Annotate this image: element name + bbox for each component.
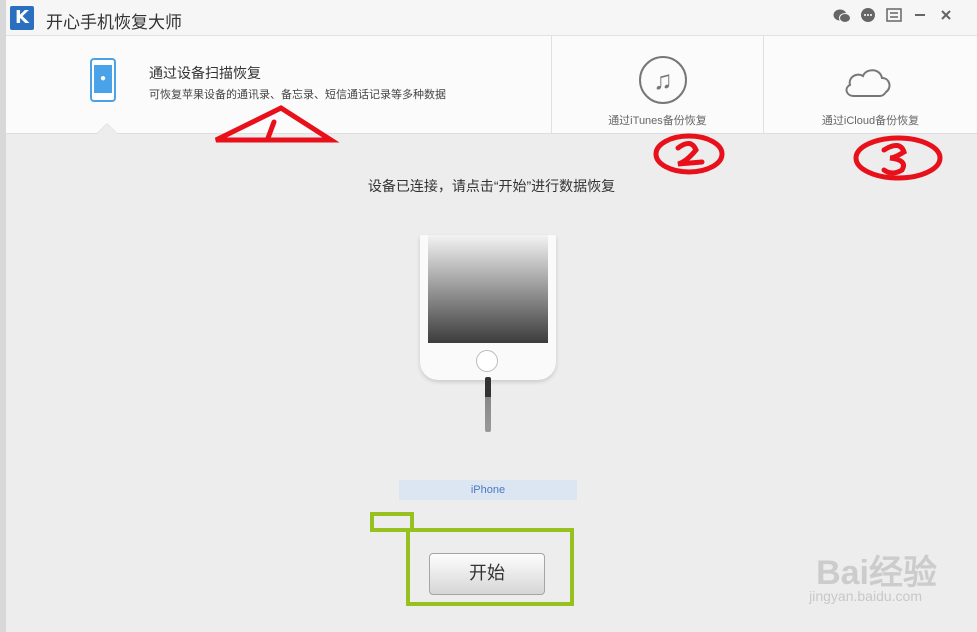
menu-icon[interactable] bbox=[885, 8, 903, 26]
lightning-cable bbox=[485, 377, 491, 432]
watermark-logo: Bai经验 bbox=[816, 554, 937, 592]
tab-icloud-label: 通过iCloud备份恢复 bbox=[821, 115, 920, 127]
connection-status: 设备已连接，请点击“开始”进行数据恢复 bbox=[367, 178, 616, 194]
app-logo: K bbox=[10, 6, 34, 30]
title-controls bbox=[833, 8, 955, 26]
highlight-box-start bbox=[406, 528, 574, 606]
tab-device-scan[interactable]: ● 通过设备扫描恢复 可恢复苹果设备的通讯录、备忘录、短信通话记录等多种数据 bbox=[6, 36, 551, 134]
tab-device-title: 通过设备扫描恢复 bbox=[149, 65, 261, 81]
watermark-url: jingyan.baidu.com bbox=[809, 588, 922, 604]
cloud-icon bbox=[845, 69, 891, 97]
app-title: 开心手机恢复大师 bbox=[46, 13, 182, 32]
tab-itunes-label: 通过iTunes备份恢复 bbox=[608, 115, 707, 127]
minimize-icon[interactable] bbox=[911, 8, 929, 26]
home-button-icon bbox=[476, 350, 498, 372]
device-name-label: iPhone bbox=[399, 480, 577, 500]
apple-icon: ● bbox=[94, 65, 112, 93]
phone-icon: ● bbox=[90, 58, 116, 102]
iphone-illustration bbox=[420, 235, 556, 380]
tab-device-desc: 可恢复苹果设备的通讯录、备忘录、短信通话记录等多种数据 bbox=[149, 89, 446, 101]
title-bar: K 开心手机恢复大师 bbox=[6, 0, 977, 36]
iphone-screen bbox=[428, 235, 548, 343]
app-window: K 开心手机恢复大师 ● 通过设备扫描恢复 可恢复苹果设备的通讯录、备忘录、短信… bbox=[0, 0, 977, 632]
chat-icon[interactable] bbox=[859, 8, 877, 26]
wechat-icon[interactable] bbox=[833, 8, 851, 26]
close-icon[interactable] bbox=[937, 8, 955, 26]
tab-icloud-backup[interactable]: 通过iCloud备份恢复 bbox=[763, 36, 977, 134]
active-tab-caret bbox=[96, 123, 118, 134]
music-note-icon: ♫ bbox=[639, 56, 687, 104]
tab-itunes-backup[interactable]: ♫ 通过iTunes备份恢复 bbox=[551, 36, 763, 134]
recovery-mode-tabs: ● 通过设备扫描恢复 可恢复苹果设备的通讯录、备忘录、短信通话记录等多种数据 ♫… bbox=[6, 36, 977, 134]
